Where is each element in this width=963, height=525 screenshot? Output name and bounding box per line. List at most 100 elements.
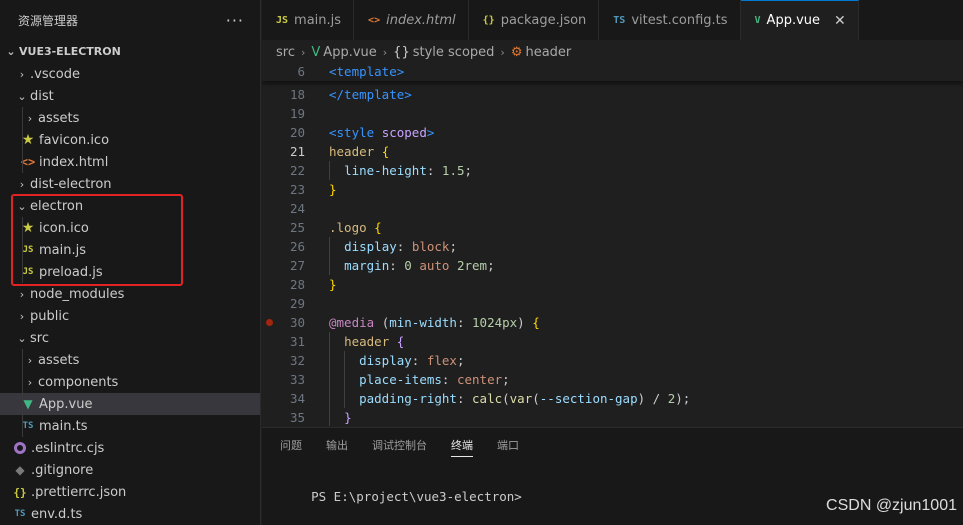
panel-tab[interactable]: 输出: [326, 428, 348, 462]
tree-item-main-js[interactable]: JS main.js: [0, 239, 260, 261]
tree-item-assets[interactable]: › assets: [0, 349, 260, 371]
tab-file-icon: JS: [276, 14, 289, 26]
tree-item-main-ts[interactable]: TS main.ts: [0, 415, 260, 437]
line-number: 32: [289, 353, 305, 368]
tab-app-vue[interactable]: V App.vue ✕: [740, 0, 859, 40]
panel-tab[interactable]: 终端: [451, 428, 473, 462]
tree-item-electron[interactable]: ⌄ electron: [0, 195, 260, 217]
tree-item-label: .eslintrc.cjs: [31, 440, 105, 456]
tree-item-app-vue[interactable]: ▼ App.vue: [0, 393, 260, 415]
line-number: 22: [289, 163, 305, 178]
code-line: 32 display: flex;: [262, 351, 963, 370]
breadcrumb-item[interactable]: V App.vue: [311, 45, 376, 60]
breadcrumb-label: style scoped: [412, 44, 495, 60]
code-text: }: [329, 277, 337, 292]
panel-tab[interactable]: 端口: [497, 428, 519, 462]
indent-guide: [22, 217, 23, 239]
indent-guide: [329, 370, 330, 389]
indent-guide: [22, 239, 23, 261]
tree-item-node-modules[interactable]: › node_modules: [0, 283, 260, 305]
tree-item-assets[interactable]: › assets: [0, 107, 260, 129]
indent-guide: [22, 371, 23, 393]
tree-item-label: index.html: [39, 154, 109, 170]
tab-package-json[interactable]: {} package.json: [469, 0, 600, 40]
tab-vitest-config-ts[interactable]: TS vitest.config.ts: [599, 0, 741, 40]
tree-item-favicon-ico[interactable]: ★ favicon.ico: [0, 129, 260, 151]
tab-file-icon: V: [754, 15, 761, 26]
code-line: 20 <style scoped>: [262, 123, 963, 142]
line-number: 33: [289, 372, 305, 387]
tree-item-public[interactable]: › public: [0, 305, 260, 327]
indent-guide: [344, 370, 346, 389]
code-text: <style scoped>: [329, 125, 435, 140]
chevron-down-icon: ⌄: [17, 199, 27, 213]
code-line: 34 padding-right: calc(var(--section-gap…: [262, 389, 963, 408]
tab-label: package.json: [500, 12, 587, 28]
line-number: 18: [289, 87, 305, 102]
tree-item-dist-electron[interactable]: › dist-electron: [0, 173, 260, 195]
panel-tab-bar: 问题 输出 调试控制台 终端 端口: [262, 428, 963, 462]
code-text: .logo {: [329, 220, 382, 235]
breadcrumb-item[interactable]: src: [276, 45, 295, 60]
tree-item-index-html[interactable]: <> index.html: [0, 151, 260, 173]
line-number: 19: [289, 106, 305, 121]
breadcrumb-label: src: [276, 44, 295, 60]
breadcrumb-label: App.vue: [323, 44, 377, 60]
indent-guide: [22, 151, 23, 173]
indent-guide: [22, 261, 23, 283]
line-number: 23: [289, 182, 305, 197]
breakpoint-icon[interactable]: [266, 319, 273, 326]
indent-guide: [329, 408, 330, 426]
tree-item-env-d-ts[interactable]: TS env.d.ts: [0, 503, 260, 525]
panel-tab[interactable]: 调试控制台: [372, 428, 427, 462]
line-number: 21: [289, 144, 305, 159]
tab-index-html[interactable]: <> index.html: [354, 0, 469, 40]
chevron-right-icon: ›: [19, 309, 25, 323]
tree-item--prettierrc-json[interactable]: {} .prettierrc.json: [0, 481, 260, 503]
indent-guide: [329, 237, 330, 256]
tree-item-src[interactable]: ⌄ src: [0, 327, 260, 349]
tab-main-js[interactable]: JS main.js: [262, 0, 355, 40]
breadcrumb-item[interactable]: ⚙ header: [511, 45, 571, 60]
tree-item--eslintrc-cjs[interactable]: .eslintrc.cjs: [0, 437, 260, 459]
tree-item-preload-js[interactable]: JS preload.js: [0, 261, 260, 283]
panel-tab[interactable]: 问题: [280, 428, 302, 462]
braces-icon: {}: [393, 44, 410, 60]
code-text: place-items: center;: [359, 372, 510, 387]
code-text: @media (min-width: 1024px) {: [329, 315, 540, 330]
breadcrumb-item[interactable]: {} style scoped: [393, 45, 494, 60]
line-number: 27: [289, 258, 305, 273]
tree-item-label: assets: [38, 352, 80, 368]
code-text: <template>: [329, 64, 405, 79]
tree-item--gitignore[interactable]: ◆ .gitignore: [0, 459, 260, 481]
chevron-right-icon: ›: [500, 45, 505, 59]
line-number: 24: [289, 201, 305, 216]
file-tree: › .vscode ⌄ dist › assets ★ favicon.ico <> index.…: [0, 63, 260, 525]
chevron-right-icon: ›: [300, 45, 306, 59]
terminal-prompt: PS E:\project\vue3-electron>: [311, 489, 522, 504]
code-editor[interactable]: 6 <template> 18 </template> 19 20 <style scope…: [262, 62, 963, 426]
tree-item-dist[interactable]: ⌄ dist: [0, 85, 260, 107]
code-line: 28}: [262, 275, 963, 294]
tree-item--vscode[interactable]: › .vscode: [0, 63, 260, 85]
tree-item-icon-ico[interactable]: ★ icon.ico: [0, 217, 260, 239]
tree-item-label: dist-electron: [30, 176, 112, 192]
workspace-section-header[interactable]: ⌄ VUE3-ELECTRON: [0, 40, 260, 62]
line-number: 6: [297, 64, 305, 79]
code-line: 19: [262, 104, 963, 123]
more-actions-icon[interactable]: ···: [226, 11, 244, 30]
tab-label: App.vue: [766, 13, 821, 28]
tree-item-label: preload.js: [39, 264, 103, 280]
tree-item-label: env.d.ts: [31, 506, 83, 522]
close-icon[interactable]: ✕: [834, 13, 846, 29]
git-file-icon: ◆: [15, 463, 25, 477]
tree-item-components[interactable]: › components: [0, 371, 260, 393]
tree-item-label: components: [38, 374, 119, 390]
tree-item-label: node_modules: [30, 286, 125, 302]
tree-item-label: public: [30, 308, 70, 324]
code-line: 26 display: block;: [262, 237, 963, 256]
symbol-icon: ⚙: [510, 44, 523, 60]
chevron-right-icon: ›: [27, 353, 33, 367]
chevron-down-icon: ⌄: [17, 89, 27, 103]
